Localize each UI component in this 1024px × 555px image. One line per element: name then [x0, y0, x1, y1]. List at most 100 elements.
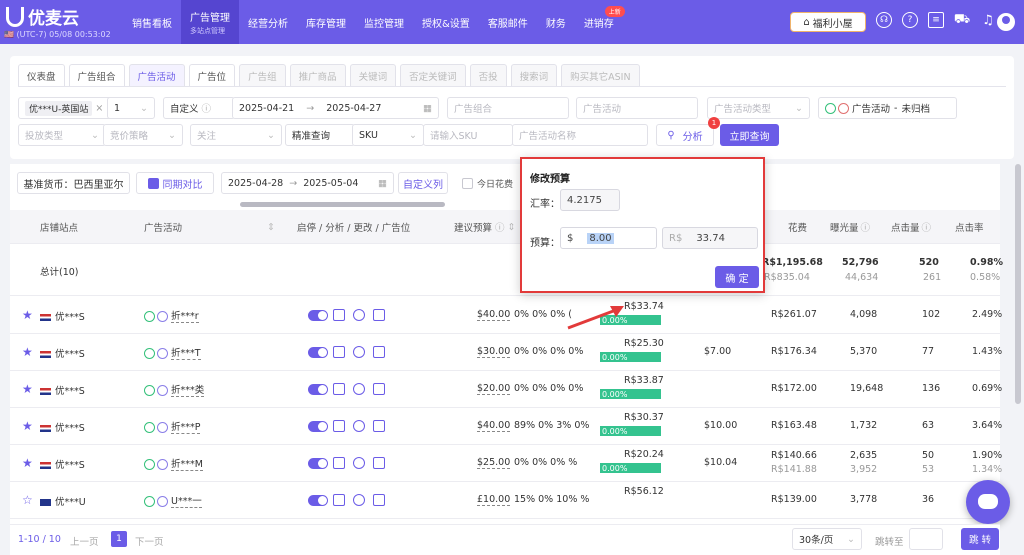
tab-search-term[interactable]: 搜索词: [510, 64, 558, 86]
campaign-name[interactable]: 折***类: [171, 385, 205, 397]
nav-service-mail[interactable]: 客服邮件: [479, 0, 537, 44]
campaign-cell[interactable]: U***一: [144, 493, 202, 508]
budget-input[interactable]: $8.00: [560, 227, 657, 249]
campaign-toggle[interactable]: [308, 384, 328, 395]
confirm-button[interactable]: 确 定: [715, 266, 759, 288]
query-button[interactable]: 立即查询: [720, 124, 779, 146]
analysis-chart-icon[interactable]: [333, 457, 345, 469]
analyze-button[interactable]: ⚲ 分析: [656, 124, 714, 146]
placement-doc-icon[interactable]: [373, 457, 385, 469]
campaign-cell[interactable]: 折***r: [144, 308, 199, 323]
tab-negative-target[interactable]: 否投: [469, 64, 507, 86]
col-impressions[interactable]: 曝光量 ⓘ: [830, 210, 870, 244]
col-campaign[interactable]: 广告活动 ⇕: [144, 210, 275, 244]
welfare-button[interactable]: ⌂ 福利小屋: [790, 12, 866, 32]
campaign-cell[interactable]: 折***T: [144, 345, 201, 360]
query-mode-select[interactable]: 精准查询: [285, 124, 355, 146]
shop-count-select[interactable]: 1 ⌄: [107, 97, 155, 119]
chat-button[interactable]: [966, 480, 1010, 524]
tab-portfolio[interactable]: 广告组合: [68, 64, 125, 86]
headset-icon[interactable]: ☊: [876, 12, 892, 28]
nav-auth-settings[interactable]: 授权&设置: [413, 0, 479, 44]
next-page-button[interactable]: 下一页: [135, 534, 164, 548]
settings-gear-icon[interactable]: [353, 383, 365, 395]
settings-gear-icon[interactable]: [353, 420, 365, 432]
budget-brl[interactable]: R$20.24: [624, 449, 664, 460]
compare-toggle[interactable]: 同期对比: [136, 172, 214, 194]
analysis-chart-icon[interactable]: [333, 494, 345, 506]
settings-gear-icon[interactable]: [353, 457, 365, 469]
tab-other-asin[interactable]: 购买其它ASIN: [561, 64, 640, 86]
follow-select[interactable]: 关注 ⌄: [190, 124, 282, 146]
goto-page-input[interactable]: [909, 528, 943, 550]
nav-inventory[interactable]: 库存管理: [297, 0, 355, 44]
col-spend[interactable]: 花费: [788, 210, 807, 244]
suggested-budget[interactable]: $25.00: [477, 457, 511, 469]
settings-gear-icon[interactable]: [353, 346, 365, 358]
favorite-star-icon[interactable]: ★: [22, 345, 33, 359]
date-mode-select[interactable]: 自定义 ⓘ: [163, 97, 235, 119]
suggested-budget[interactable]: $40.00: [477, 420, 511, 432]
campaign-cell[interactable]: 折***P: [144, 419, 201, 434]
sort-icon[interactable]: ⇕: [267, 222, 275, 233]
analysis-chart-icon[interactable]: [333, 420, 345, 432]
nav-monitoring[interactable]: 监控管理: [355, 0, 413, 44]
suggested-budget[interactable]: $20.00: [477, 383, 511, 395]
cart-icon[interactable]: ⛟: [954, 12, 970, 28]
tab-product[interactable]: 推广商品: [289, 64, 346, 86]
custom-columns-button[interactable]: 自定义列: [398, 172, 448, 194]
campaign-name-input[interactable]: 广告活动名称: [512, 124, 648, 146]
sort-icon[interactable]: ⇕: [508, 222, 516, 233]
campaign-toggle[interactable]: [308, 495, 328, 506]
nav-finance[interactable]: 财务: [537, 0, 575, 44]
sku-input[interactable]: 请输入SKU: [423, 124, 513, 146]
help-icon[interactable]: ?: [902, 12, 918, 28]
campaign-name[interactable]: U***一: [171, 496, 202, 508]
tab-keyword[interactable]: 关键词: [349, 64, 397, 86]
campaign-toggle[interactable]: [308, 458, 328, 469]
page-1-button[interactable]: 1: [111, 531, 127, 547]
campaign-toggle[interactable]: [308, 310, 328, 321]
ad-campaign-select[interactable]: 广告活动: [576, 97, 698, 119]
settings-gear-icon[interactable]: [353, 494, 365, 506]
budget-brl[interactable]: R$25.30: [624, 338, 664, 349]
suggested-budget[interactable]: £10.00: [477, 494, 511, 506]
today-spend-toggle[interactable]: 今日花费: [462, 177, 513, 190]
base-currency-button[interactable]: 基准货币：巴西里亚尔: [17, 172, 130, 194]
bell-icon[interactable]: ♫: [980, 12, 996, 28]
bid-strategy-select[interactable]: 竞价策略 ⌄: [103, 124, 183, 146]
tab-placement[interactable]: 广告位: [188, 64, 236, 86]
campaign-name[interactable]: 折***M: [171, 459, 203, 471]
favorite-star-icon[interactable]: ☆: [22, 493, 33, 507]
tab-dashboard[interactable]: 仪表盘: [18, 64, 65, 86]
suggested-budget[interactable]: $30.00: [477, 346, 511, 358]
budget-brl[interactable]: R$33.87: [624, 375, 664, 386]
analysis-chart-icon[interactable]: [333, 346, 345, 358]
placement-doc-icon[interactable]: [373, 420, 385, 432]
tab-negative-keyword[interactable]: 否定关键词: [400, 64, 466, 86]
placement-doc-icon[interactable]: [373, 494, 385, 506]
nav-sales-board[interactable]: 销售看板: [123, 0, 181, 44]
favorite-star-icon[interactable]: ★: [22, 308, 33, 322]
budget-brl[interactable]: R$30.37: [624, 412, 664, 423]
placement-doc-icon[interactable]: [373, 346, 385, 358]
logo[interactable]: 优麦云: [6, 4, 79, 29]
favorite-star-icon[interactable]: ★: [22, 456, 33, 470]
col-ctr[interactable]: 点击率: [955, 210, 984, 244]
page-size-select[interactable]: 30条/页 ⌄: [792, 528, 862, 550]
campaign-toggle[interactable]: [308, 347, 328, 358]
campaign-type-select[interactable]: 广告活动类型 ⌄: [707, 97, 810, 119]
favorite-star-icon[interactable]: ★: [22, 419, 33, 433]
prev-page-button[interactable]: 上一页: [70, 534, 99, 548]
favorite-star-icon[interactable]: ★: [22, 382, 33, 396]
analysis-chart-icon[interactable]: [333, 383, 345, 395]
vertical-scrollbar[interactable]: [1015, 164, 1021, 404]
campaign-cell[interactable]: 折***类: [144, 382, 205, 397]
sku-type-select[interactable]: SKU ⌄: [352, 124, 424, 146]
campaign-toggle[interactable]: [308, 421, 328, 432]
shop-select[interactable]: 优***U-英国站 ×: [18, 97, 113, 119]
delivery-type-select[interactable]: 投放类型 ⌄: [18, 124, 106, 146]
avatar[interactable]: [997, 13, 1015, 31]
tab-ad-group[interactable]: 广告组: [239, 64, 286, 86]
tab-campaign[interactable]: 广告活动: [128, 64, 185, 86]
